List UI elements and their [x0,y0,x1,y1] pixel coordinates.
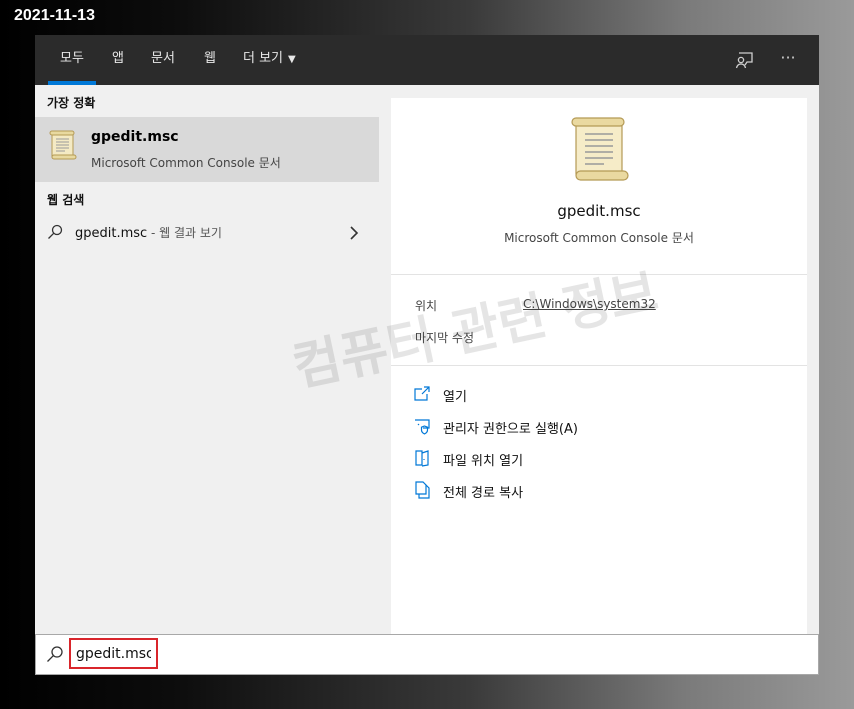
details-subtitle: Microsoft Common Console 문서 [504,231,694,245]
scroll-document-icon [48,129,78,161]
tab-apps[interactable]: 앱 [112,35,124,85]
more-options-icon[interactable]: ··· [776,48,800,72]
results-pane: 가장 정확 gpedit.msc Microsoft Common Consol… [35,85,379,634]
open-icon [413,385,431,403]
web-search-result[interactable]: gpedit.msc - 웹 결과 보기 [35,219,379,249]
scroll-document-large-icon [568,115,632,183]
open-file-location-action[interactable]: 파일 위치 열기 [413,447,793,471]
best-match-subtitle: Microsoft Common Console 문서 [91,156,281,170]
search-icon [47,224,63,240]
web-result-suffix: - 웹 결과 보기 [147,226,222,240]
tab-more-label: 더 보기 [243,51,284,66]
search-window: 모두 앱 문서 웹 더 보기 ▼ ··· 가장 정확 gpedit.msc Mi… [35,35,819,675]
feedback-icon[interactable] [733,48,757,72]
copy-path-action-label: 전체 경로 복사 [443,486,524,501]
run-as-admin-action-label: 관리자 권한으로 실행(A) [443,422,578,437]
details-pane: gpedit.msc Microsoft Common Console 문서 위… [391,98,807,634]
search-icon [46,645,64,663]
tab-apps-label: 앱 [112,51,124,66]
tab-documents-label: 문서 [151,51,175,66]
modified-label: 마지막 수정 [415,331,475,345]
search-bar [35,634,819,675]
search-input[interactable] [69,638,158,669]
copy-path-action[interactable]: 전체 경로 복사 [413,479,793,503]
web-result-text: gpedit.msc - 웹 결과 보기 [75,224,222,241]
details-title: gpedit.msc [557,202,641,220]
tab-web[interactable]: 웹 [204,35,216,85]
web-search-header: 웹 검색 [47,193,85,207]
open-file-location-icon [413,449,431,467]
divider [391,365,807,366]
tab-more[interactable]: 더 보기 ▼ [243,35,296,85]
tab-documents[interactable]: 문서 [151,35,175,85]
run-as-admin-action[interactable]: 관리자 권한으로 실행(A) [413,415,793,439]
date-stamp: 2021-11-13 [14,7,95,24]
best-match-header: 가장 정확 [47,96,96,110]
divider [391,274,807,275]
run-as-admin-icon [413,417,431,435]
tab-all-label: 모두 [60,51,84,66]
tab-all[interactable]: 모두 [48,35,96,85]
tab-bar: 모두 앱 문서 웹 더 보기 ▼ ··· [35,35,819,85]
chevron-down-icon: ▼ [288,54,296,65]
open-file-location-action-label: 파일 위치 열기 [443,454,524,469]
best-match-title: gpedit.msc [91,129,179,145]
location-label: 위치 [415,299,438,313]
copy-path-icon [413,481,431,499]
location-link[interactable]: C:\Windows\system32 [523,297,656,311]
open-action-label: 열기 [443,390,467,405]
web-result-query: gpedit.msc [75,226,148,241]
open-action[interactable]: 열기 [413,383,793,407]
chevron-right-icon[interactable] [349,225,359,240]
best-match-result[interactable]: gpedit.msc Microsoft Common Console 문서 [35,117,379,182]
tab-web-label: 웹 [204,51,216,66]
